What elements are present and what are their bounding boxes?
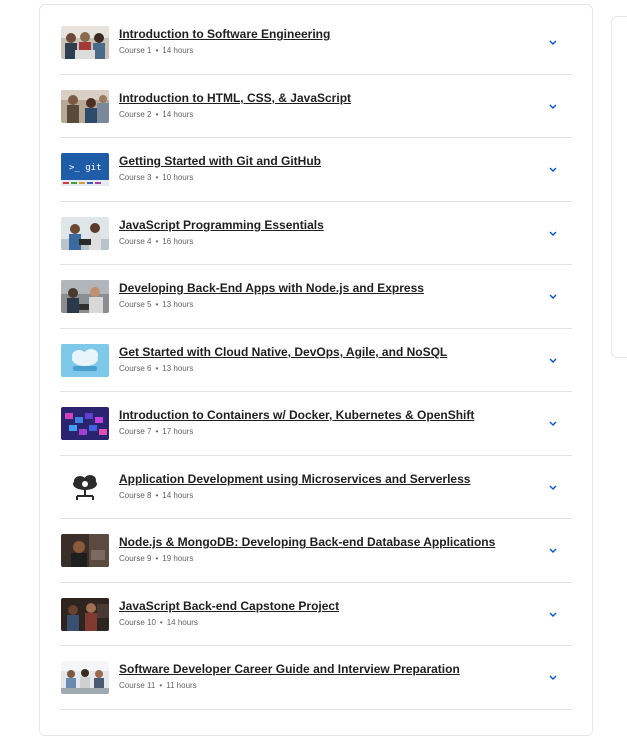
course-thumbnail [61,471,109,504]
course-duration: 14 hours [162,110,194,119]
course-meta: Course 4 • 16 hours [119,237,193,246]
course-number: Course 5 [119,300,152,309]
course-meta: Course 10 • 14 hours [119,618,198,627]
course-meta: Course 1 • 14 hours [119,46,193,55]
course-title[interactable]: Application Development using Microservi… [119,472,470,486]
course-row-9[interactable]: Node.js & MongoDB: Developing Back-end D… [60,519,572,583]
course-row-10[interactable]: JavaScript Back-end Capstone Project Cou… [60,583,572,646]
course-row-3[interactable]: >_ git Getting Started with Git and GitH… [60,138,572,202]
course-thumbnail [61,407,109,440]
course-list-card: Introduction to Software Engineering Cou… [39,4,593,736]
course-number: Course 7 [119,427,152,436]
course-duration: 19 hours [162,554,194,563]
chevron-down-icon[interactable] [548,101,558,111]
course-title[interactable]: Get Started with Cloud Native, DevOps, A… [119,345,447,359]
course-row-2[interactable]: Introduction to HTML, CSS, & JavaScript … [60,75,572,138]
course-title[interactable]: Introduction to HTML, CSS, & JavaScript [119,91,351,105]
course-thumbnail: >_ git [61,153,109,186]
chevron-down-icon[interactable] [548,672,558,682]
side-panel-card [611,16,627,358]
course-thumbnail [61,661,109,694]
course-number: Course 3 [119,173,152,182]
course-number: Course 1 [119,46,152,55]
course-duration: 13 hours [162,300,194,309]
git-thumbnail-text: >_ git [69,163,102,173]
course-thumbnail [61,534,109,567]
course-title[interactable]: Introduction to Software Engineering [119,27,330,41]
course-number: Course 6 [119,364,152,373]
course-meta: Course 6 • 13 hours [119,364,193,373]
course-row-4[interactable]: JavaScript Programming Essentials Course… [60,202,572,265]
separator-dot: • [155,364,159,373]
course-duration: 14 hours [166,618,198,627]
course-title[interactable]: Developing Back-End Apps with Node.js an… [119,281,424,295]
course-duration: 14 hours [162,491,194,500]
separator-dot: • [155,491,159,500]
course-row-6[interactable]: Get Started with Cloud Native, DevOps, A… [60,329,572,392]
course-title[interactable]: Introduction to Containers w/ Docker, Ku… [119,408,474,422]
course-list: Introduction to Software Engineering Cou… [60,11,572,710]
course-thumbnail [61,26,109,59]
course-thumbnail [61,598,109,631]
separator-dot: • [155,554,159,563]
course-thumbnail [61,217,109,250]
course-duration: 10 hours [162,173,194,182]
course-meta: Course 8 • 14 hours [119,491,193,500]
course-row-7[interactable]: Introduction to Containers w/ Docker, Ku… [60,392,572,456]
separator-dot: • [155,46,159,55]
separator-dot: • [159,618,163,627]
course-row-11[interactable]: Software Developer Career Guide and Inte… [60,646,572,710]
chevron-down-icon[interactable] [548,545,558,555]
course-thumbnail [61,344,109,377]
course-title[interactable]: Node.js & MongoDB: Developing Back-end D… [119,535,495,549]
course-number: Course 10 [119,618,156,627]
course-title[interactable]: Software Developer Career Guide and Inte… [119,662,460,676]
chevron-down-icon[interactable] [548,482,558,492]
chevron-down-icon[interactable] [548,355,558,365]
microservice-cloud-icon [61,471,109,504]
course-duration: 11 hours [166,681,197,690]
separator-dot: • [155,300,159,309]
course-number: Course 8 [119,491,152,500]
chevron-down-icon[interactable] [548,164,558,174]
course-title[interactable]: JavaScript Programming Essentials [119,218,324,232]
separator-dot: • [155,173,159,182]
course-title[interactable]: JavaScript Back-end Capstone Project [119,599,339,613]
course-duration: 14 hours [162,46,194,55]
course-meta: Course 11 • 11 hours [119,681,197,690]
course-meta: Course 2 • 14 hours [119,110,193,119]
course-row-8[interactable]: Application Development using Microservi… [60,456,572,519]
chevron-down-icon[interactable] [548,609,558,619]
course-number: Course 9 [119,554,152,563]
course-thumbnail [61,90,109,123]
separator-dot: • [155,110,159,119]
chevron-down-icon[interactable] [548,418,558,428]
separator-dot: • [155,237,159,246]
chevron-down-icon[interactable] [548,291,558,301]
course-meta: Course 9 • 19 hours [119,554,193,563]
chevron-down-icon[interactable] [548,37,558,47]
course-number: Course 11 [119,681,156,690]
course-meta: Course 3 • 10 hours [119,173,193,182]
course-row-1[interactable]: Introduction to Software Engineering Cou… [60,11,572,75]
separator-dot: • [155,427,159,436]
chevron-down-icon[interactable] [548,228,558,238]
course-duration: 13 hours [162,364,194,373]
course-duration: 17 hours [162,427,194,436]
course-duration: 16 hours [162,237,194,246]
course-number: Course 2 [119,110,152,119]
course-title[interactable]: Getting Started with Git and GitHub [119,154,321,168]
separator-dot: • [159,681,163,690]
course-meta: Course 5 • 13 hours [119,300,193,309]
course-thumbnail [61,280,109,313]
course-meta: Course 7 • 17 hours [119,427,193,436]
course-row-5[interactable]: Developing Back-End Apps with Node.js an… [60,265,572,329]
course-number: Course 4 [119,237,152,246]
